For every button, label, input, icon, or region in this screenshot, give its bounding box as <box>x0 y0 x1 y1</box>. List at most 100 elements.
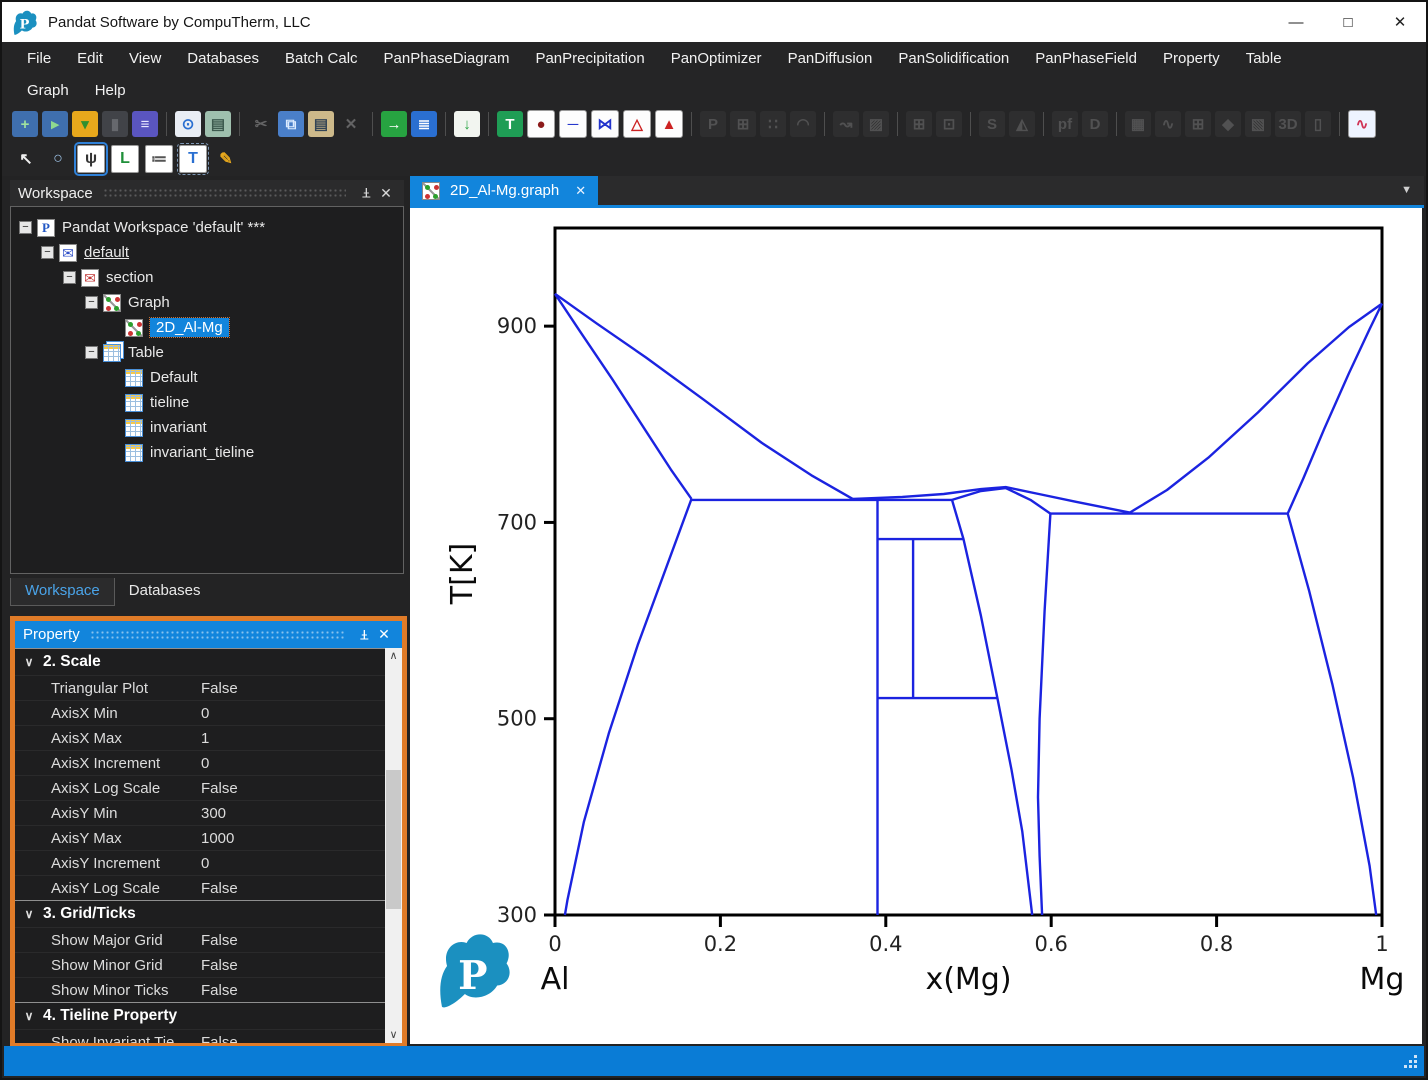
prop-value[interactable]: 300 <box>201 805 226 822</box>
tree-item-invariant[interactable]: invariant <box>11 415 403 440</box>
panel-tab-databases[interactable]: Databases <box>115 578 215 606</box>
prop-row-show-minor-grid[interactable]: Show Minor Grid False <box>15 952 385 977</box>
tree-expander-icon[interactable]: − <box>19 221 32 234</box>
menu-property[interactable]: Property <box>1150 50 1233 67</box>
prop-row-axisx-log-scale[interactable]: AxisX Log Scale False <box>15 775 385 800</box>
menu-file[interactable]: File <box>14 50 64 67</box>
prop-row-axisx-increment[interactable]: AxisX Increment 0 <box>15 750 385 775</box>
minimize-button[interactable]: — <box>1270 2 1322 42</box>
section-collapse-icon[interactable]: ∨ <box>15 655 43 669</box>
menu-help[interactable]: Help <box>82 82 139 99</box>
pan-tool-icon[interactable]: ψ <box>74 142 108 176</box>
menu-edit[interactable]: Edit <box>64 50 116 67</box>
menu-databases[interactable]: Databases <box>174 50 272 67</box>
import-icon[interactable]: ↓ <box>454 111 480 137</box>
close-button[interactable]: ✕ <box>1374 2 1426 42</box>
scroll-down-icon[interactable]: ∨ <box>385 1027 402 1043</box>
workspace-close-icon[interactable]: ✕ <box>376 185 396 202</box>
tree-item-invariant-tieline[interactable]: invariant_tieline <box>11 440 403 465</box>
tab-2d-al-mg-graph[interactable]: 2D_Al-Mg.graph ✕ <box>410 176 599 205</box>
tree-item-table[interactable]: − Table <box>11 340 403 365</box>
tree-item-section[interactable]: − ✉ section <box>11 265 403 290</box>
tree-expander-icon[interactable]: − <box>85 296 98 309</box>
menu-panoptimizer[interactable]: PanOptimizer <box>658 50 775 67</box>
copy-icon[interactable]: ⧉ <box>278 111 304 137</box>
legend-list-icon[interactable]: ≔ <box>145 145 173 173</box>
prop-row-axisy-max[interactable]: AxisY Max 1000 <box>15 825 385 850</box>
property-pin-icon[interactable]: Ŧ <box>354 627 374 643</box>
prop-row-show-minor-ticks[interactable]: Show Minor Ticks False <box>15 977 385 1002</box>
tree-item-default[interactable]: − ✉ default <box>11 240 403 265</box>
prop-value[interactable]: False <box>201 780 238 797</box>
prop-value[interactable]: 0 <box>201 755 209 772</box>
ternary-calc-icon[interactable]: △ <box>623 110 651 138</box>
tree-item-graph[interactable]: − Graph <box>11 290 403 315</box>
new-workspace-icon[interactable]: + <box>12 111 38 137</box>
panel-tab-workspace[interactable]: Workspace <box>10 578 115 606</box>
prop-value[interactable]: False <box>201 982 238 999</box>
prop-row-show-invariant-tie[interactable]: Show Invariant Tie False <box>15 1029 385 1043</box>
tree-item-default[interactable]: Default <box>11 365 403 390</box>
menu-batch-calc[interactable]: Batch Calc <box>272 50 371 67</box>
open-file-icon[interactable]: ▾ <box>72 111 98 137</box>
property-scrollbar[interactable]: ∧ ∨ <box>385 648 402 1043</box>
paste-icon[interactable]: ▤ <box>308 111 334 137</box>
add-text-icon[interactable]: T <box>177 143 209 175</box>
maximize-button[interactable]: □ <box>1322 2 1374 42</box>
prop-value[interactable]: False <box>201 932 238 949</box>
prop-value[interactable]: 0 <box>201 855 209 872</box>
prop-value[interactable]: 1000 <box>201 830 234 847</box>
prop-row-axisx-max[interactable]: AxisX Max 1 <box>15 725 385 750</box>
legend-tool-icon[interactable]: L <box>111 145 139 173</box>
tree-item-pandat-workspace-default[interactable]: − P Pandat Workspace 'default' *** <box>11 215 403 240</box>
tree-item-tieline[interactable]: tieline <box>11 390 403 415</box>
prop-value[interactable]: 0 <box>201 705 209 722</box>
section-collapse-icon[interactable]: ∨ <box>15 907 43 921</box>
zoom-tool-icon[interactable]: ○ <box>45 146 71 172</box>
menu-panphasefield[interactable]: PanPhaseField <box>1022 50 1150 67</box>
section-collapse-icon[interactable]: ∨ <box>15 1009 43 1023</box>
options-icon[interactable]: ≣ <box>411 111 437 137</box>
resize-grip[interactable] <box>1414 1065 1417 1068</box>
prop-row-axisy-log-scale[interactable]: AxisY Log Scale False <box>15 875 385 900</box>
load-tdb-icon[interactable]: T <box>497 111 523 137</box>
tree-expander-icon[interactable]: − <box>41 246 54 259</box>
scroll-up-icon[interactable]: ∧ <box>385 648 402 664</box>
prop-value[interactable]: False <box>201 680 238 697</box>
prop-value[interactable]: 1 <box>201 730 209 747</box>
prop-section-3-grid-ticks[interactable]: ∨ 3. Grid/Ticks <box>15 900 385 927</box>
open-workspace-icon[interactable]: ▸ <box>42 111 68 137</box>
section-calc-icon[interactable]: ⋈ <box>591 110 619 138</box>
prop-value[interactable]: False <box>201 1034 238 1044</box>
tab-list-dropdown-icon[interactable]: ▼ <box>1389 176 1424 205</box>
phase-diagram-plot[interactable]: 300 500 700 900 0 0.2 0.4 0.6 0.8 1 Al x(Mg) Mg T[K] P <box>410 208 1426 1044</box>
menu-table[interactable]: Table <box>1233 50 1295 67</box>
line-calc-icon[interactable]: ─ <box>559 110 587 138</box>
liquidus-projection-icon[interactable]: ▲ <box>655 110 683 138</box>
export-icon[interactable]: → <box>381 111 407 137</box>
print-icon[interactable]: ▤ <box>205 111 231 137</box>
tab-close-icon[interactable]: ✕ <box>575 183 586 199</box>
prop-section-4-tieline-property[interactable]: ∨ 4. Tieline Property <box>15 1002 385 1029</box>
print-preview-icon[interactable]: ⊙ <box>175 111 201 137</box>
property-close-icon[interactable]: ✕ <box>374 626 394 643</box>
prop-value[interactable]: False <box>201 957 238 974</box>
scrollbar-thumb[interactable] <box>386 770 401 909</box>
prop-row-axisx-min[interactable]: AxisX Min 0 <box>15 700 385 725</box>
menu-panprecipitation[interactable]: PanPrecipitation <box>522 50 657 67</box>
menu-view[interactable]: View <box>116 50 174 67</box>
colorful-graph-icon[interactable]: ∿ <box>1348 110 1376 138</box>
prop-row-triangular-plot[interactable]: Triangular Plot False <box>15 675 385 700</box>
prop-section-2-scale[interactable]: ∨ 2. Scale <box>15 648 385 675</box>
menu-pandiffusion[interactable]: PanDiffusion <box>775 50 886 67</box>
tree-expander-icon[interactable]: − <box>63 271 76 284</box>
point-calc-icon[interactable]: ● <box>527 110 555 138</box>
menu-panphasediagram[interactable]: PanPhaseDiagram <box>371 50 523 67</box>
menu-pansolidification[interactable]: PanSolidification <box>885 50 1022 67</box>
prop-row-axisy-increment[interactable]: AxisY Increment 0 <box>15 850 385 875</box>
prop-value[interactable]: False <box>201 880 238 897</box>
tree-item-2d-al-mg[interactable]: 2D_Al-Mg <box>11 315 403 340</box>
tree-expander-icon[interactable]: − <box>85 346 98 359</box>
workspace-pin-icon[interactable]: Ŧ <box>356 185 376 201</box>
save-all-icon[interactable]: ≡ <box>132 111 158 137</box>
